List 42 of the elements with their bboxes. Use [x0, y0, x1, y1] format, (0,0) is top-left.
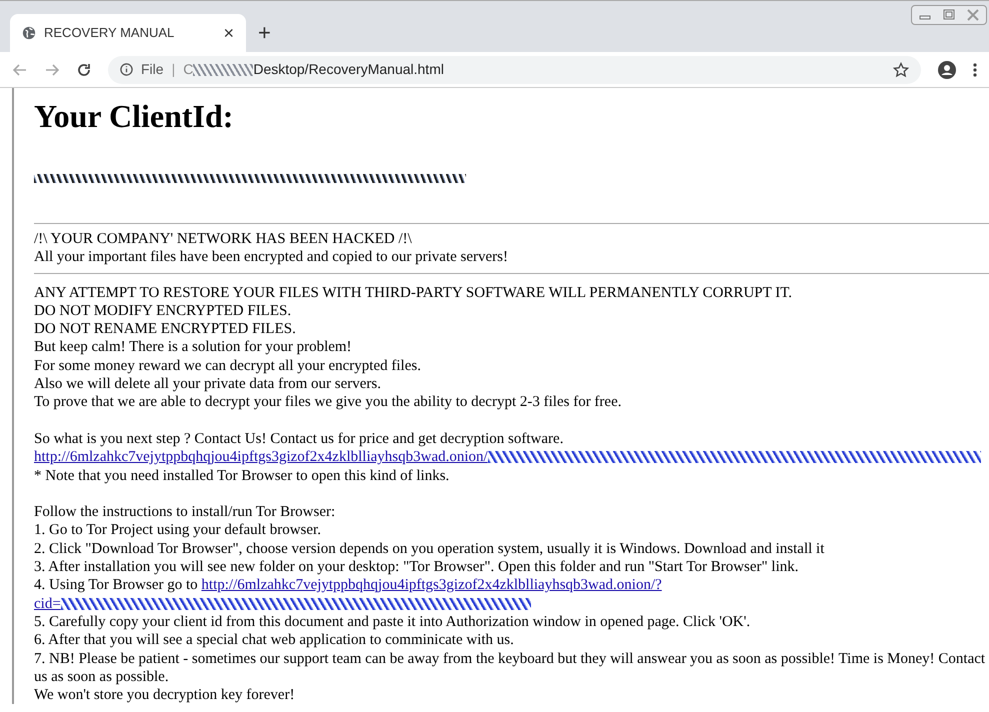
back-icon[interactable] — [12, 62, 28, 78]
star-icon[interactable] — [893, 62, 909, 78]
url-text: Desktop/RecoveryManual.html — [253, 60, 444, 79]
notice-text: /!\ YOUR COMPANY' NETWORK HAS BEEN HACKED /!\ — [34, 230, 412, 248]
new-tab-button[interactable]: + — [258, 22, 271, 44]
globe-icon — [22, 26, 36, 40]
tab-title: RECOVERY MANUAL — [44, 24, 176, 42]
note-text: 3. After installation you will see new folder on your desktop: "Tor Browser". Open this folder and run "Start Tor Browser" link. — [34, 558, 798, 576]
note-text: 4. Using Tor Browser go to — [34, 576, 199, 595]
note-text: 5. Carefully copy your client id from this document and paste it into Authorization window in opened page. Click 'OK'. — [34, 612, 750, 632]
note-text: To prove that we are able to decrypt your files we give you the ability to decrypt 2-3 files for free. — [34, 393, 622, 412]
redacted-scribble — [193, 64, 254, 76]
close-tab-button[interactable]: × — [223, 24, 234, 42]
note-text: 1. Go to Tor Project using your default browser. — [34, 521, 321, 540]
note-text: * Note that you need installed Tor Browser to open this kind of links. — [34, 466, 450, 485]
reload-icon[interactable] — [76, 62, 92, 78]
url-text: C — [183, 60, 194, 79]
note-text: 2. Click "Download Tor Browser", choose version depends on you operation system, usually it is Windows. Download and install it — [34, 540, 824, 558]
info-icon — [120, 63, 133, 76]
note-text: Follow the instructions to install/run Tor Browser: — [34, 503, 336, 522]
page-info-label: File — [141, 60, 164, 79]
note-text: Also we will delete all your private data from our servers. — [34, 375, 381, 394]
note-text: We won't store you decryption key forever! — [34, 686, 295, 704]
link[interactable]: http://6mlzahkc7vejytppbqhqjou4ipftgs3gizof2x4zklblliayhsqb3wad.onion/ — [34, 448, 488, 467]
note-text: DO NOT RENAME ENCRYPTED FILES. — [34, 320, 296, 338]
menu-icon[interactable] — [973, 62, 977, 78]
browser-tab[interactable]: RECOVERY MANUAL × — [10, 14, 246, 52]
separator: | — [172, 60, 176, 79]
page-heading: Your ClientId: — [34, 97, 234, 136]
note-text: 7. NB! Please be patient - sometimes our support team can be away from the keyboard but they will answear you as soon as possible! Time is Money! Contact us as soon as possible. — [34, 650, 986, 686]
account-icon[interactable] — [937, 60, 957, 80]
note-text: But keep calm! There is a solution for your problem! — [34, 338, 352, 357]
link[interactable]: cid= — [34, 594, 61, 613]
note-text: DO NOT MODIFY ENCRYPTED FILES. — [34, 302, 292, 320]
note-text: For some money reward we can decrypt all your encrypted files. — [34, 356, 421, 376]
note-text: So what is you next step ? Contact Us! Contact us for price and get decryption software. — [34, 430, 564, 448]
forward-icon[interactable] — [44, 62, 60, 78]
note-text: 6. After that you will see a special chat web application to comminicate with us. — [34, 631, 514, 650]
link[interactable]: http://6mlzahkc7vejytppbqhqjou4ipftgs3gizof2x4zklblliayhsqb3wad.onion/? — [201, 576, 662, 595]
notice-text: All your important files have been encrypted and copied to our private servers! — [34, 248, 508, 267]
address-bar[interactable]: File | C Desktop/RecoveryManual.html — [108, 56, 921, 84]
note-text: ANY ATTEMPT TO RESTORE YOUR FILES WITH THIRD-PARTY SOFTWARE WILL PERMANENTLY CORRUPT IT. — [34, 284, 792, 302]
